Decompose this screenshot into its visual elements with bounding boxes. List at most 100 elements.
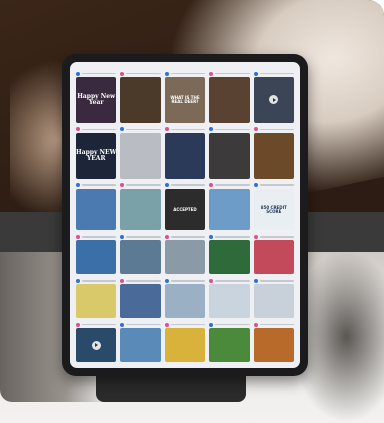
platform-icon [253, 127, 258, 132]
post-meta-line [170, 128, 206, 131]
post-card[interactable] [76, 233, 117, 275]
post-card[interactable] [164, 233, 206, 275]
post-thumbnail[interactable] [253, 240, 294, 275]
post-thumbnail[interactable] [120, 328, 161, 362]
post-thumbnail[interactable] [253, 328, 294, 362]
post-thumbnail[interactable] [120, 284, 161, 319]
post-meta-line [82, 323, 117, 326]
post-meta-line [215, 323, 250, 326]
post-meta [209, 126, 250, 133]
post-card[interactable] [209, 321, 250, 362]
post-meta-line [170, 236, 206, 238]
post-card[interactable] [164, 126, 206, 179]
post-meta [164, 277, 206, 284]
platform-icon [76, 71, 80, 76]
platform-icon [209, 278, 214, 283]
post-meta [209, 182, 250, 189]
post-meta-line [259, 236, 294, 238]
post-thumbnail[interactable] [164, 240, 206, 275]
post-card[interactable] [76, 182, 117, 231]
post-meta-line [215, 128, 250, 131]
platform-icon [164, 127, 169, 132]
post-thumbnail[interactable] [209, 284, 250, 319]
post-thumbnail[interactable] [253, 132, 294, 179]
post-card[interactable] [253, 70, 294, 123]
post-card[interactable] [120, 277, 161, 319]
post-thumbnail[interactable] [120, 77, 161, 123]
post-thumbnail[interactable] [164, 284, 206, 319]
post-card[interactable] [120, 182, 161, 231]
platform-icon [120, 322, 125, 327]
post-meta-line [82, 128, 117, 131]
platform-icon [120, 183, 125, 188]
post-caption: ACCEPTED [173, 206, 197, 212]
post-thumbnail[interactable]: WHAT IS THE REAL DEER? [164, 77, 206, 123]
platform-icon [253, 234, 258, 239]
post-thumbnail[interactable]: 850 CREDIT SCORE [253, 188, 294, 231]
platform-icon [164, 71, 169, 76]
post-card[interactable] [76, 277, 117, 319]
post-card[interactable] [209, 182, 250, 231]
post-card[interactable] [253, 277, 294, 319]
post-thumbnail[interactable] [76, 188, 117, 231]
post-meta [253, 233, 294, 240]
post-meta-line [215, 72, 250, 75]
post-card[interactable] [164, 277, 206, 319]
post-thumbnail[interactable] [253, 284, 294, 319]
post-meta [209, 233, 250, 240]
post-meta [76, 126, 117, 133]
post-meta [120, 277, 161, 284]
post-thumbnail[interactable] [164, 132, 206, 179]
post-card[interactable] [164, 321, 206, 362]
tablet-screen: Happy New Year WHAT IS THE REAL DEER? Happ… [70, 62, 300, 368]
post-thumbnail[interactable] [164, 328, 206, 362]
post-meta-line [82, 236, 117, 238]
post-thumbnail[interactable]: Happy NEW YEAR [76, 132, 117, 179]
post-thumbnail[interactable] [76, 284, 117, 319]
post-meta-line [215, 184, 250, 186]
post-card[interactable] [76, 321, 117, 362]
post-thumbnail[interactable] [209, 77, 250, 123]
post-thumbnail[interactable] [120, 132, 161, 179]
post-card[interactable] [209, 70, 250, 123]
post-card[interactable] [209, 277, 250, 319]
post-meta-line [259, 184, 294, 186]
post-card[interactable] [253, 321, 294, 362]
post-card[interactable] [209, 126, 250, 179]
post-meta [253, 321, 294, 328]
post-thumbnail[interactable] [209, 240, 250, 275]
post-card[interactable]: 850 CREDIT SCORE [253, 182, 294, 231]
post-thumbnail[interactable] [120, 240, 161, 275]
post-meta [164, 233, 206, 240]
play-icon[interactable] [91, 340, 101, 350]
play-icon[interactable] [269, 95, 279, 105]
post-card[interactable] [120, 70, 161, 123]
post-card[interactable] [120, 321, 161, 362]
post-card[interactable]: Happy New Year [76, 70, 117, 123]
platform-icon [209, 322, 214, 327]
post-thumbnail[interactable] [209, 328, 250, 362]
post-thumbnail[interactable]: ACCEPTED [164, 188, 206, 231]
post-caption: Happy New Year [77, 92, 116, 106]
post-thumbnail[interactable] [209, 188, 250, 231]
post-meta-line [126, 280, 161, 282]
post-card[interactable] [253, 233, 294, 275]
post-thumbnail[interactable]: Happy New Year [76, 77, 117, 123]
platform-icon [76, 322, 80, 327]
post-thumbnail[interactable] [253, 77, 294, 123]
post-grid: Happy New Year WHAT IS THE REAL DEER? Happ… [76, 70, 294, 362]
post-thumbnail[interactable] [76, 240, 117, 275]
post-card[interactable]: Happy NEW YEAR [76, 126, 117, 179]
post-thumbnail[interactable] [209, 132, 250, 179]
post-meta [76, 321, 117, 328]
post-card[interactable]: WHAT IS THE REAL DEER? [164, 70, 206, 123]
post-card[interactable] [120, 233, 161, 275]
post-card[interactable] [253, 126, 294, 179]
post-meta-line [126, 128, 161, 131]
post-card[interactable]: ACCEPTED [164, 182, 206, 231]
post-card[interactable] [209, 233, 250, 275]
post-thumbnail[interactable] [120, 188, 161, 231]
post-card[interactable] [120, 126, 161, 179]
post-thumbnail[interactable] [76, 328, 117, 362]
post-meta [209, 321, 250, 328]
